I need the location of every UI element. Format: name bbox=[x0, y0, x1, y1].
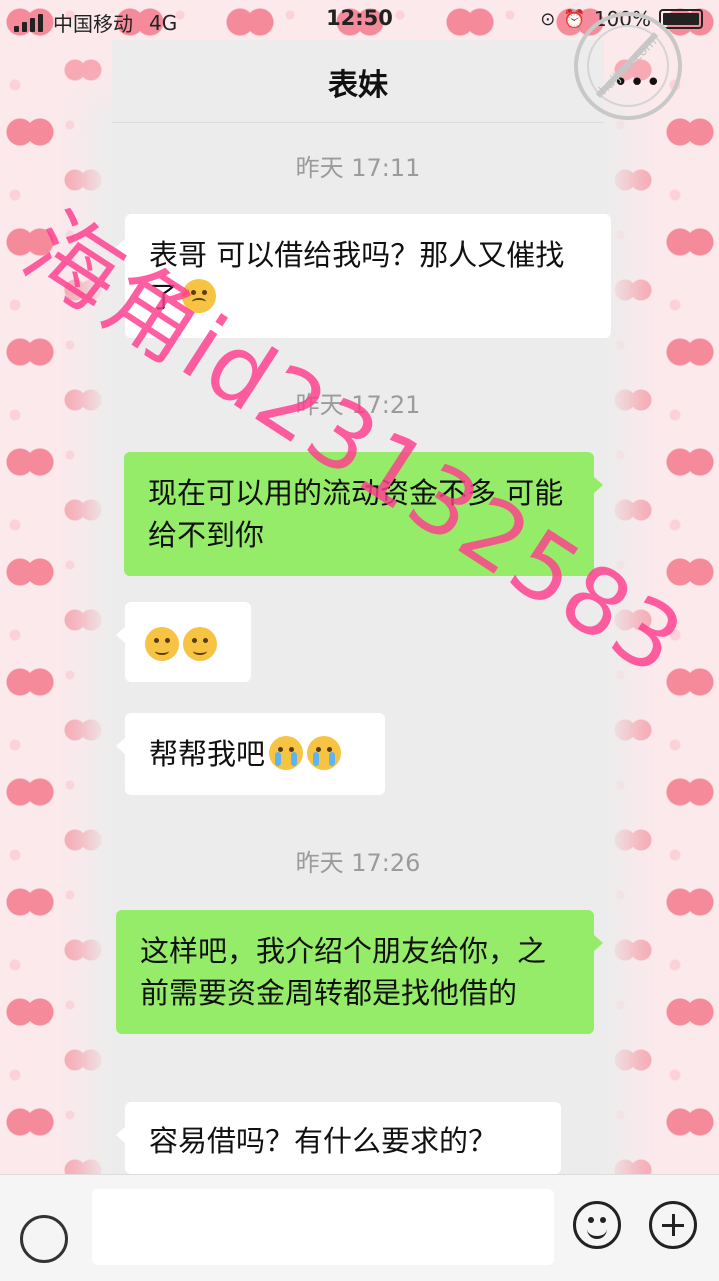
watermark-logo: haijiao.com bbox=[574, 12, 682, 120]
orientation-lock-icon: ⊙ bbox=[540, 8, 556, 30]
message-text: 帮帮我吧 bbox=[149, 737, 266, 771]
plus-icon[interactable] bbox=[649, 1201, 697, 1249]
sweat-face-emoji bbox=[182, 279, 217, 313]
timestamp: 昨天 17:21 bbox=[295, 391, 421, 419]
message-bubble-outgoing[interactable]: 现在可以用的流动资金不多 可能给不到你 bbox=[124, 452, 603, 576]
frown-face-emoji bbox=[183, 627, 217, 661]
timestamp: 昨天 17:26 bbox=[295, 849, 421, 877]
nav-bar: 表妹 ••• bbox=[112, 40, 661, 123]
frown-face-emoji bbox=[145, 627, 179, 661]
message-bubble-incoming[interactable]: 容易借吗？有什么要求的？ bbox=[116, 1102, 561, 1174]
message-bubble-incoming[interactable] bbox=[116, 602, 251, 682]
emoji-icon[interactable] bbox=[573, 1201, 621, 1249]
message-text: 容易借吗？有什么要求的？ bbox=[149, 1124, 498, 1158]
timestamp: 昨天 17:11 bbox=[295, 154, 421, 182]
message-bubble-outgoing[interactable]: 这样吧，我介绍个朋友给你，之前需要资金周转都是找他借的 bbox=[116, 910, 603, 1034]
crying-face-emoji bbox=[269, 736, 304, 770]
svg-text:haijiao.com: haijiao.com bbox=[597, 35, 660, 98]
voice-icon[interactable] bbox=[20, 1215, 68, 1263]
input-bar bbox=[0, 1174, 719, 1281]
message-bubble-incoming[interactable]: 表哥 可以借给我吗？那人又催找了 bbox=[116, 214, 611, 338]
message-bubble-incoming[interactable]: 帮帮我吧 bbox=[116, 713, 385, 795]
message-text: 这样吧，我介绍个朋友给你，之前需要资金周转都是找他借的 bbox=[140, 934, 547, 1010]
message-text: 现在可以用的流动资金不多 可能给不到你 bbox=[148, 476, 564, 552]
chat-title: 表妹 bbox=[328, 68, 388, 103]
crying-face-emoji bbox=[307, 736, 342, 770]
message-input[interactable] bbox=[92, 1189, 554, 1265]
